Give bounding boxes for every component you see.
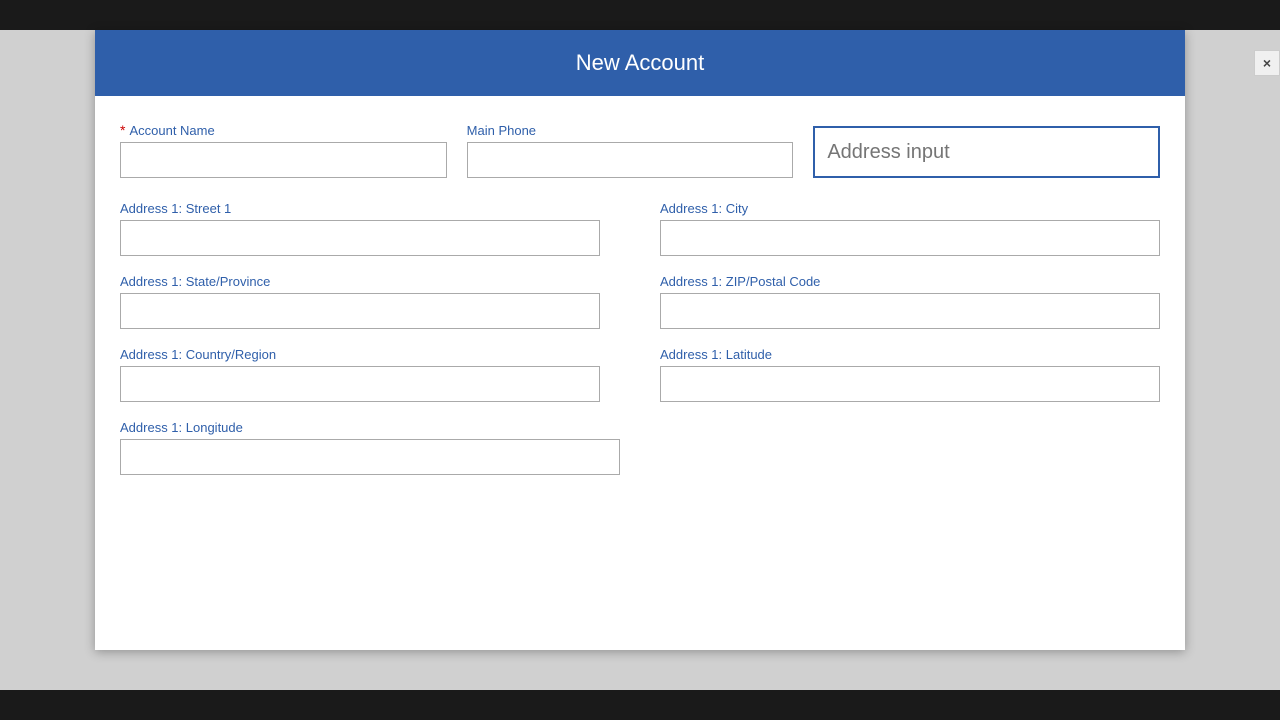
street1-input[interactable] <box>120 220 600 256</box>
modal-wrapper: New Account × * Account Name Main Phone <box>0 30 1280 690</box>
zip-label: Address 1: ZIP/Postal Code <box>660 274 1160 289</box>
zip-input[interactable] <box>660 293 1160 329</box>
state-zip-row: Address 1: State/Province Address 1: ZIP… <box>120 274 1160 347</box>
longitude-field: Address 1: Longitude <box>120 420 620 475</box>
top-row: * Account Name Main Phone <box>120 116 1160 196</box>
account-name-input[interactable] <box>120 142 447 178</box>
city-label: Address 1: City <box>660 201 1160 216</box>
top-bar <box>0 0 1280 30</box>
required-star: * <box>120 122 125 138</box>
state-label: Address 1: State/Province <box>120 274 600 289</box>
main-phone-field: Main Phone <box>467 123 814 178</box>
modal-body: * Account Name Main Phone Address 1: Str… <box>95 96 1185 523</box>
address-input-field <box>813 116 1160 178</box>
longitude-row: Address 1: Longitude <box>120 420 1160 493</box>
city-input[interactable] <box>660 220 1160 256</box>
country-field: Address 1: Country/Region <box>120 347 620 402</box>
bottom-bar <box>0 690 1280 720</box>
modal-header: New Account × <box>95 30 1185 96</box>
country-lat-row: Address 1: Country/Region Address 1: Lat… <box>120 347 1160 420</box>
state-field: Address 1: State/Province <box>120 274 620 329</box>
main-phone-label: Main Phone <box>467 123 794 138</box>
country-input[interactable] <box>120 366 600 402</box>
latitude-input[interactable] <box>660 366 1160 402</box>
zip-field: Address 1: ZIP/Postal Code <box>660 274 1160 329</box>
longitude-label: Address 1: Longitude <box>120 420 620 435</box>
country-label: Address 1: Country/Region <box>120 347 600 362</box>
modal-title: New Account <box>576 50 704 75</box>
longitude-input[interactable] <box>120 439 620 475</box>
street1-field: Address 1: Street 1 <box>120 201 620 256</box>
account-name-field: * Account Name <box>120 122 467 178</box>
city-field: Address 1: City <box>660 201 1160 256</box>
modal: New Account × * Account Name Main Phone <box>95 30 1185 650</box>
street1-label: Address 1: Street 1 <box>120 201 600 216</box>
close-button[interactable]: × <box>1254 50 1280 76</box>
account-name-label: Account Name <box>129 123 214 138</box>
latitude-field: Address 1: Latitude <box>660 347 1160 402</box>
main-phone-input[interactable] <box>467 142 794 178</box>
state-input[interactable] <box>120 293 600 329</box>
latitude-label: Address 1: Latitude <box>660 347 1160 362</box>
street-city-row: Address 1: Street 1 Address 1: City <box>120 201 1160 274</box>
address-input[interactable] <box>813 126 1160 178</box>
